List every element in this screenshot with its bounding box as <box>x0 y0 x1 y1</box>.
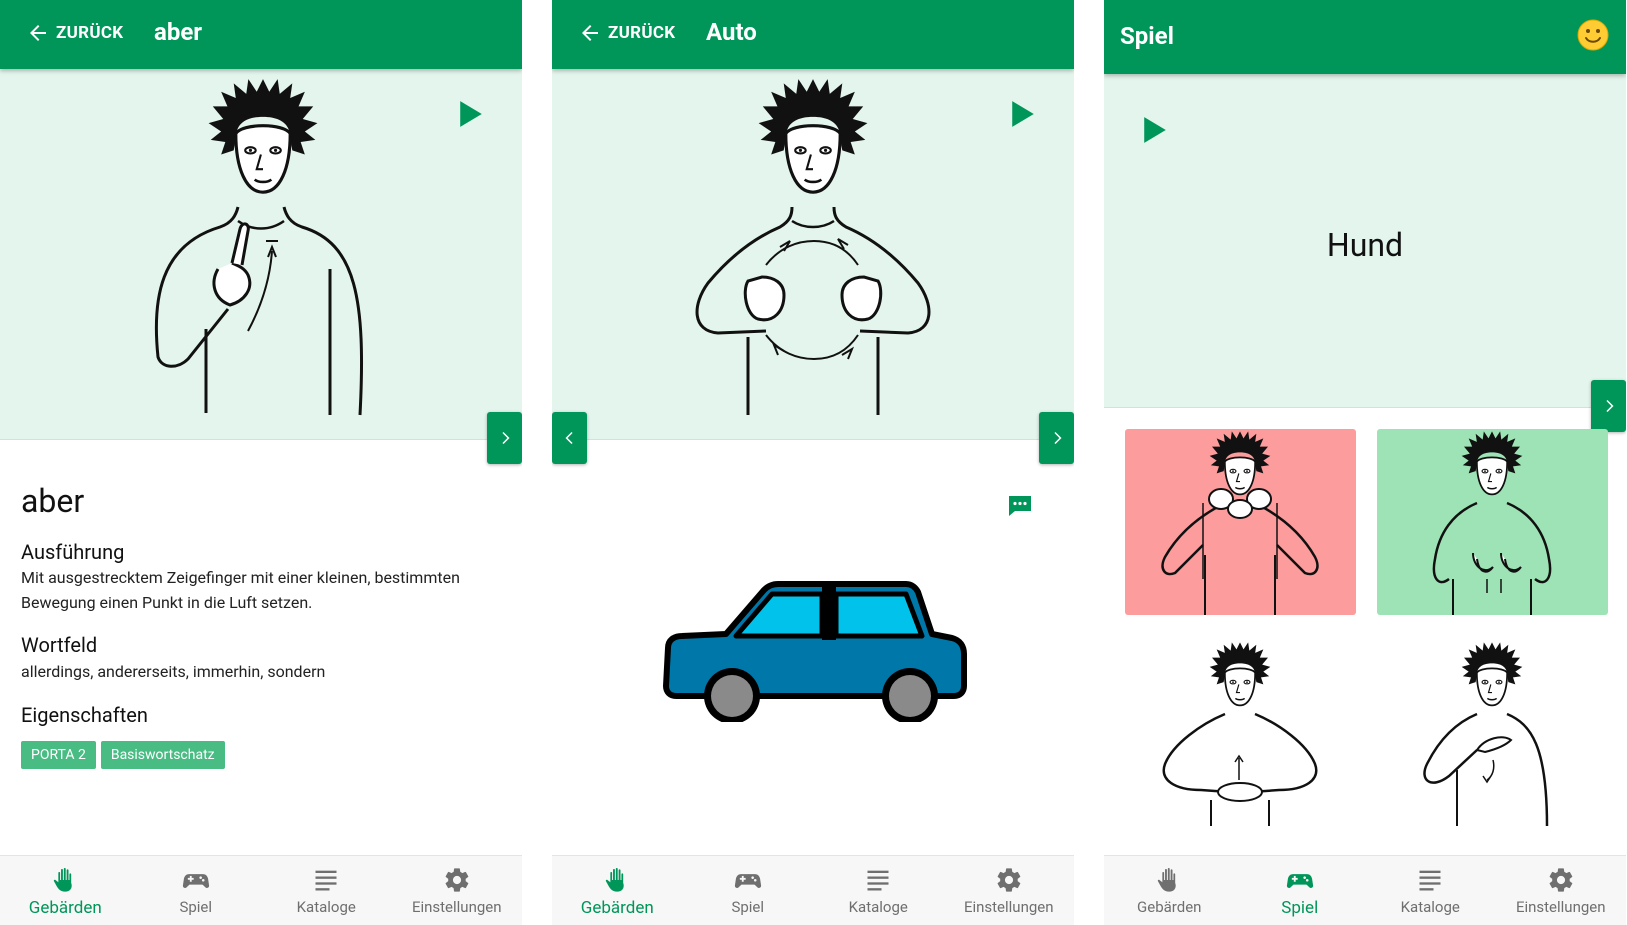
section-heading-execution: Ausführung <box>21 540 125 564</box>
sign-illustration <box>1162 641 1318 826</box>
screen-sign-detail-aber: ZURÜCK aber aber Ausführung Mit ausgestr… <box>0 0 522 925</box>
gamepad-icon <box>182 866 210 894</box>
nav-item-kataloge[interactable]: Kataloge <box>813 856 944 925</box>
screen-sign-detail-auto: ZURÜCK Auto Gebärden Spiel Kataloge Eins… <box>552 0 1074 925</box>
list-icon <box>312 866 340 894</box>
sign-illustration <box>1423 641 1549 826</box>
chevron-right-icon <box>1048 429 1066 447</box>
play-video-button[interactable] <box>458 100 484 128</box>
back-label: ZURÜCK <box>608 23 676 43</box>
nav-label: Gebärden <box>580 898 654 918</box>
section-text-execution: Mit ausgestrecktem Zeigefinger mit einer… <box>21 568 460 612</box>
screen-game: Spiel Hund Gebärden Spiel Kataloge Einst… <box>1104 0 1626 925</box>
answer-choice-correct[interactable] <box>1377 429 1608 615</box>
play-icon <box>1142 116 1168 144</box>
back-button[interactable]: ZURÜCK <box>578 21 675 45</box>
page-title: Auto <box>706 18 757 46</box>
sign-illustration <box>1161 430 1319 615</box>
gear-icon <box>995 866 1023 894</box>
list-icon <box>864 866 892 894</box>
answer-choice[interactable] <box>1377 640 1608 826</box>
page-title: Spiel <box>1120 22 1174 50</box>
tag-basic-vocabulary[interactable]: Basiswortschatz <box>100 741 225 769</box>
car-pictogram <box>663 581 967 722</box>
back-label: ZURÜCK <box>56 23 124 43</box>
nav-label: Kataloge <box>1400 898 1460 916</box>
hand-icon <box>1155 866 1183 894</box>
nav-label: Gebärden <box>1137 898 1202 916</box>
arrow-back-icon <box>578 21 602 45</box>
hand-icon <box>51 866 79 894</box>
gear-icon <box>443 866 471 894</box>
chevron-right-icon <box>496 429 514 447</box>
nav-item-spiel[interactable]: Spiel <box>1235 856 1366 925</box>
nav-label: Einstellungen <box>411 898 502 916</box>
answer-choice[interactable] <box>1125 640 1356 826</box>
list-icon <box>1416 866 1444 894</box>
back-button[interactable]: ZURÜCK <box>26 21 123 45</box>
nav-item-gebaerden[interactable]: Gebärden <box>0 856 131 925</box>
sign-illustration-area <box>552 69 1074 440</box>
chevron-left-icon <box>561 429 579 447</box>
game-word: Hund <box>1326 226 1404 264</box>
section-heading-properties: Eigenschaften <box>21 703 148 727</box>
nav-item-spiel[interactable]: Spiel <box>131 856 262 925</box>
nav-label: Spiel <box>1281 898 1319 918</box>
gamepad-icon <box>734 866 762 894</box>
nav-label: Einstellungen <box>1515 898 1606 916</box>
nav-item-spiel[interactable]: Spiel <box>683 856 814 925</box>
play-icon <box>1010 100 1036 128</box>
comment-icon[interactable] <box>1007 494 1033 518</box>
nav-item-kataloge[interactable]: Kataloge <box>261 856 392 925</box>
app-bar: Spiel <box>1104 0 1626 74</box>
previous-sign-button[interactable] <box>552 412 587 464</box>
word-title: aber <box>21 482 85 520</box>
app-bar: ZURÜCK aber <box>0 0 522 69</box>
sign-illustration <box>695 77 931 415</box>
tag-porta[interactable]: PORTA 2 <box>21 741 96 769</box>
next-sign-button[interactable] <box>487 412 522 464</box>
app-bar: ZURÜCK Auto <box>552 0 1074 69</box>
game-prompt-area: Hund <box>1104 74 1626 408</box>
nav-label: Kataloge <box>296 898 356 916</box>
section-text-word-field: allerdings, andererseits, immerhin, sond… <box>21 662 326 681</box>
next-sign-button[interactable] <box>1039 412 1074 464</box>
nav-label: Spiel <box>179 898 213 916</box>
next-round-button[interactable] <box>1591 380 1626 432</box>
sign-illustration-area <box>0 69 522 440</box>
smiley-icon[interactable] <box>1576 18 1610 52</box>
answer-choice-wrong[interactable] <box>1125 429 1356 615</box>
nav-item-gebaerden[interactable]: Gebärden <box>552 856 683 925</box>
page-title: aber <box>154 18 203 46</box>
play-icon <box>458 100 484 128</box>
nav-item-gebaerden[interactable]: Gebärden <box>1104 856 1235 925</box>
nav-item-einstellungen[interactable]: Einstellungen <box>1496 856 1627 925</box>
nav-label: Spiel <box>731 898 765 916</box>
nav-label: Kataloge <box>848 898 908 916</box>
play-video-button[interactable] <box>1010 100 1036 128</box>
bottom-navigation: Gebärden Spiel Kataloge Einstellungen <box>0 855 522 925</box>
tag-list: PORTA 2 Basiswortschatz <box>21 741 225 769</box>
gamepad-icon <box>1286 866 1314 894</box>
sign-illustration <box>154 77 364 416</box>
nav-item-einstellungen[interactable]: Einstellungen <box>944 856 1075 925</box>
sign-illustration <box>1432 430 1552 615</box>
nav-label: Gebärden <box>28 898 102 918</box>
gear-icon <box>1547 866 1575 894</box>
bottom-navigation: Gebärden Spiel Kataloge Einstellungen <box>552 855 1074 925</box>
section-heading-word-field: Wortfeld <box>21 633 98 657</box>
nav-item-kataloge[interactable]: Kataloge <box>1365 856 1496 925</box>
hand-icon <box>603 866 631 894</box>
bottom-navigation: Gebärden Spiel Kataloge Einstellungen <box>1104 855 1626 925</box>
nav-item-einstellungen[interactable]: Einstellungen <box>392 856 523 925</box>
nav-label: Einstellungen <box>963 898 1054 916</box>
chevron-right-icon <box>1600 397 1618 415</box>
arrow-back-icon <box>26 21 50 45</box>
play-video-button[interactable] <box>1142 116 1168 144</box>
